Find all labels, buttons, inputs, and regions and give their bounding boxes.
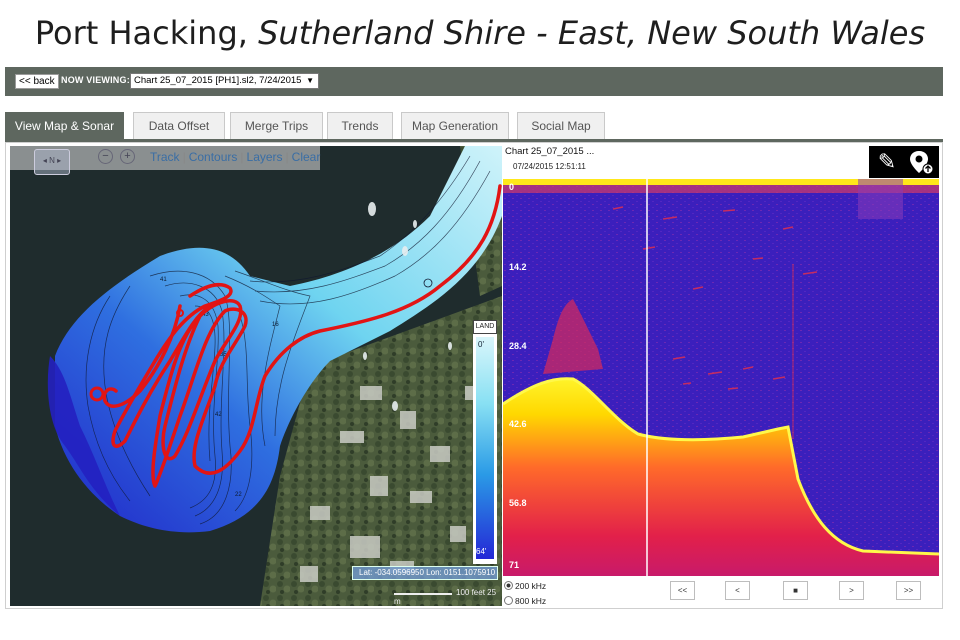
chart-select[interactable]: Chart 25_07_2015 [PH1].sl2, 7/24/2015 ▼	[130, 73, 319, 89]
sonar-timestamp: 07/24/2015 12:51:11	[513, 162, 586, 171]
depth-label-0: 0	[509, 182, 515, 192]
scale-bar	[394, 593, 452, 595]
svg-text:42: 42	[215, 412, 222, 418]
radio-200khz[interactable]	[504, 581, 513, 590]
stop-button[interactable]: ■	[783, 581, 808, 600]
map-toolbar: ◂ N ▸ − + Track | Contours | Layers | Clear	[10, 146, 321, 175]
tab-social-map[interactable]: Social Map	[517, 112, 605, 139]
edit-icon[interactable]: ✎	[873, 149, 901, 175]
link-track[interactable]: Track	[150, 150, 180, 164]
tab-view-map-sonar[interactable]: View Map & Sonar	[5, 112, 124, 139]
link-layers[interactable]: Layers	[247, 150, 283, 164]
depth-label-2: 28.4	[509, 341, 527, 351]
map-links: Track | Contours | Layers | Clear	[150, 150, 321, 164]
chevron-down-icon: ▼	[306, 76, 314, 85]
chart-select-value: Chart 25_07_2015 [PH1].sl2, 7/24/2015	[134, 75, 302, 86]
tab-data-offset[interactable]: Data Offset	[133, 112, 225, 139]
map-view[interactable]: 41 43 42 22 16 35 ◂ N ▸ − + Track | Cont…	[10, 146, 502, 606]
next-button[interactable]: >	[839, 581, 864, 600]
svg-text:41: 41	[160, 277, 167, 283]
sonar-chart-title: Chart 25_07_2015 ...	[505, 146, 595, 157]
rewind-button[interactable]: <<	[670, 581, 695, 600]
depth-label-1: 14.2	[509, 262, 527, 272]
compass-label: N	[49, 156, 55, 165]
page-title-region: Sutherland Shire - East, New South Wales	[258, 14, 926, 52]
freq-200khz-label: 200 kHz	[515, 581, 547, 591]
forward-button[interactable]: >>	[896, 581, 921, 600]
compass-icon[interactable]: ◂ N ▸	[34, 149, 70, 175]
map-scale: 100 feet 25 m	[394, 588, 502, 606]
surface-noise	[858, 179, 903, 219]
sonar-chart[interactable]	[503, 179, 939, 576]
legend-min-depth: 0'	[478, 340, 484, 349]
lat-lon-readout: Lat: -034.0596950 Lon: 0151.1075910	[352, 566, 498, 580]
scale-feet: 100 feet	[456, 588, 485, 597]
legend-color-bar	[476, 337, 494, 559]
freq-800khz-label: 800 kHz	[515, 596, 547, 606]
radio-800khz[interactable]	[504, 596, 513, 605]
freq-800khz[interactable]: 800 kHz	[504, 596, 546, 606]
page-title-place: Port Hacking,	[34, 14, 259, 52]
freq-200khz[interactable]: 200 kHz	[504, 581, 546, 591]
now-viewing-label: NOW VIEWING:	[61, 75, 130, 85]
depth-label-3: 42.6	[509, 419, 527, 429]
depth-legend: LAND 0' 64'	[473, 320, 497, 564]
legend-max-depth: 64'	[476, 547, 487, 556]
link-clear[interactable]: Clear	[292, 150, 321, 164]
map-pin-icon[interactable]	[906, 149, 934, 175]
tab-merge-trips[interactable]: Merge Trips	[230, 112, 323, 139]
link-contours[interactable]: Contours	[189, 150, 238, 164]
app-root: Port Hacking, Sutherland Shire - East, N…	[0, 0, 960, 640]
depth-label-4: 56.8	[509, 498, 527, 508]
sonar-toolbar: ✎	[869, 146, 939, 178]
zoom-out-button[interactable]: −	[98, 149, 113, 164]
sonar-view: Chart 25_07_2015 ... 07/24/2015 12:51:11…	[503, 146, 939, 576]
tab-map-generation[interactable]: Map Generation	[401, 112, 509, 139]
now-viewing-bar: << back NOW VIEWING: Chart 25_07_2015 [P…	[5, 67, 943, 96]
page-title: Port Hacking, Sutherland Shire - East, N…	[0, 14, 960, 52]
zoom-in-button[interactable]: +	[120, 149, 135, 164]
prev-button[interactable]: <	[725, 581, 750, 600]
legend-land-label: LAND	[473, 320, 497, 334]
depth-label-5: 71	[509, 560, 520, 570]
tab-trends[interactable]: Trends	[327, 112, 393, 139]
svg-text:22: 22	[235, 492, 242, 498]
map-canvas[interactable]: 414342 221635	[10, 146, 502, 606]
back-button[interactable]: << back	[15, 74, 59, 89]
svg-text:16: 16	[272, 322, 279, 328]
